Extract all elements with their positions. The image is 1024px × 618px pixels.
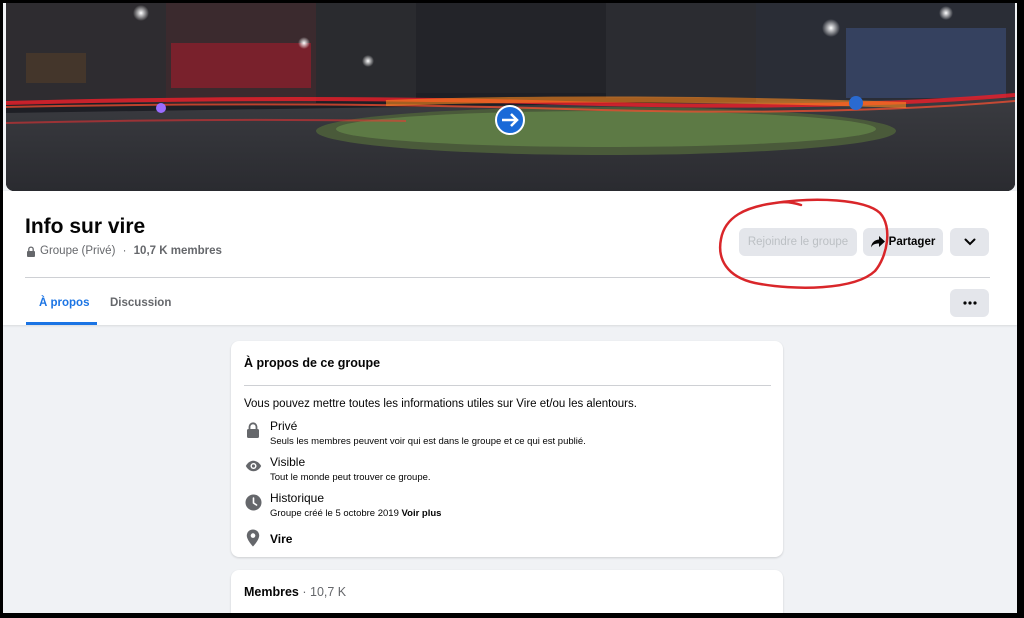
about-description: Vous pouvez mettre toutes les informatio…	[244, 398, 637, 410]
group-meta: Groupe (Privé) · 10,7 K membres	[26, 245, 222, 257]
see-more-link[interactable]: Voir plus	[402, 508, 442, 519]
info-title: Privé	[270, 419, 298, 433]
tab-about[interactable]: À propos	[39, 297, 89, 309]
share-label: Partager	[888, 236, 936, 248]
lock-icon	[247, 421, 259, 438]
info-row-location: Vire	[244, 527, 292, 547]
info-row-history: Historique Groupe créé le 5 octobre 2019…	[244, 491, 441, 520]
cover-photo-image	[6, 3, 1015, 191]
page-title: Info sur vire	[25, 215, 146, 238]
lock-icon	[27, 245, 35, 257]
more-options-button[interactable]	[950, 289, 989, 317]
info-title: Historique	[270, 491, 325, 505]
members-label: Membres	[244, 585, 299, 599]
members-separator: ·	[298, 585, 310, 599]
history-created: Groupe créé le 5 octobre 2019	[270, 508, 399, 519]
tab-discussion[interactable]: Discussion	[110, 297, 171, 309]
info-subtitle: Seuls les membres peuvent voir qui est d…	[270, 436, 586, 447]
clock-icon	[245, 494, 261, 510]
location-pin-icon	[246, 529, 260, 547]
info-subtitle: Groupe créé le 5 octobre 2019 Voir plus	[270, 507, 441, 520]
about-card: À propos de ce groupe Vous pouvez mettre…	[231, 341, 783, 557]
members-count: 10,7 K	[310, 585, 347, 599]
cover-photo	[6, 3, 1015, 191]
about-title: À propos de ce groupe	[244, 356, 381, 370]
members-card: Membres · 10,7 K	[231, 570, 783, 613]
active-tab-indicator	[26, 322, 97, 325]
group-privacy: Groupe (Privé)	[40, 245, 116, 257]
location-title[interactable]: Vire	[270, 532, 292, 547]
more-dots-icon	[962, 301, 977, 305]
eye-icon	[245, 460, 261, 472]
members-title: Membres · 10,7 K	[244, 585, 346, 599]
dropdown-button[interactable]	[950, 228, 989, 256]
info-row-private: Privé Seuls les membres peuvent voir qui…	[244, 419, 586, 448]
info-title: Visible	[270, 455, 306, 469]
group-members-count[interactable]: 10,7 K membres	[134, 245, 222, 257]
about-divider	[244, 385, 771, 386]
annotation-circle	[718, 198, 889, 289]
meta-separator: ·	[119, 245, 130, 257]
page-frame: Info sur vire Groupe (Privé) · 10,7 K me…	[3, 3, 1017, 613]
info-subtitle: Tout le monde peut trouver ce groupe.	[270, 472, 431, 483]
dropdown-chevron-icon	[964, 238, 975, 246]
info-row-visible: Visible Tout le monde peut trouver ce gr…	[244, 455, 431, 484]
